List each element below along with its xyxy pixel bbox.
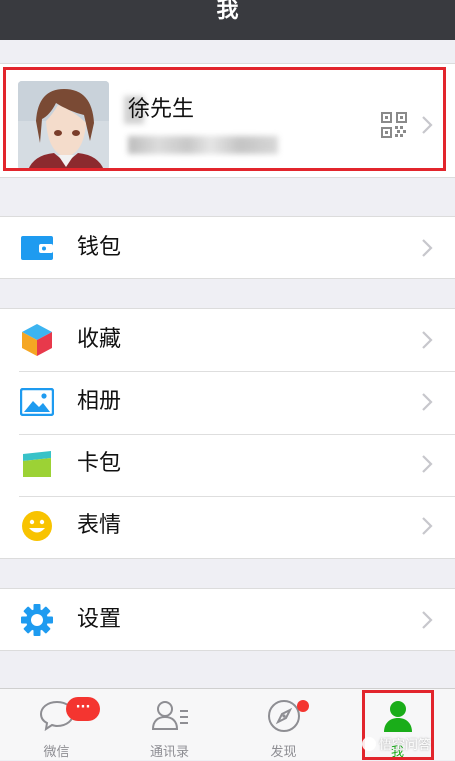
card-pack-icon [19,446,55,482]
notification-dot [297,700,309,712]
qr-code-icon[interactable] [381,112,407,138]
tab-contacts[interactable]: 通讯录 [113,689,226,761]
watermark-logo-icon [362,737,376,751]
nav-bar: 我 [0,0,455,40]
menu-item-label: 设置 [77,607,122,632]
wallet-group: 钱包 [0,216,455,279]
menu-item-label: 卡包 [77,451,122,476]
tab-wechat[interactable]: ··· 微信 [0,689,113,761]
profile-card[interactable]: 徐先生 [0,63,455,178]
collections-group: 收藏 相册 卡包 表情 [0,308,455,559]
chevron-right-icon [421,454,433,474]
favorites-cube-icon [19,322,55,358]
tab-label: 发现 [270,745,297,760]
compass-icon [267,699,301,737]
chevron-right-icon [421,330,433,350]
chevron-right-icon [421,392,433,412]
settings-group: 设置 [0,588,455,651]
wallet-icon [19,230,55,266]
contacts-icon [150,699,190,735]
chevron-right-icon [421,610,433,630]
menu-item-label: 钱包 [77,235,122,260]
watermark: 悟空问答 [362,734,431,753]
menu-item-wallet[interactable]: 钱包 [0,217,455,279]
tab-discover[interactable]: 发现 [227,689,340,761]
menu-item-card-pack[interactable]: 卡包 [0,433,455,495]
album-icon [19,384,55,420]
menu-item-label: 相册 [77,389,122,414]
watermark-text: 悟空问答 [379,738,432,753]
menu-item-settings[interactable]: 设置 [0,589,455,651]
tab-label: 微信 [43,745,70,760]
avatar[interactable] [18,81,109,170]
smiley-icon [19,508,55,544]
menu-item-label: 表情 [77,513,122,538]
chevron-right-icon [421,115,433,135]
gear-icon [19,602,55,638]
chevron-right-icon [421,238,433,258]
profile-name: 徐先生 [128,97,195,122]
wechat-id-redaction [128,136,278,154]
page-title: 我 [216,0,239,23]
menu-item-favorites[interactable]: 收藏 [0,309,455,371]
unread-badge: ··· [66,697,100,721]
person-icon [382,699,414,737]
chevron-right-icon [421,516,433,536]
menu-item-stickers[interactable]: 表情 [0,495,455,557]
menu-item-album[interactable]: 相册 [0,371,455,433]
menu-item-label: 收藏 [77,327,122,352]
tab-label: 通讯录 [149,745,189,760]
